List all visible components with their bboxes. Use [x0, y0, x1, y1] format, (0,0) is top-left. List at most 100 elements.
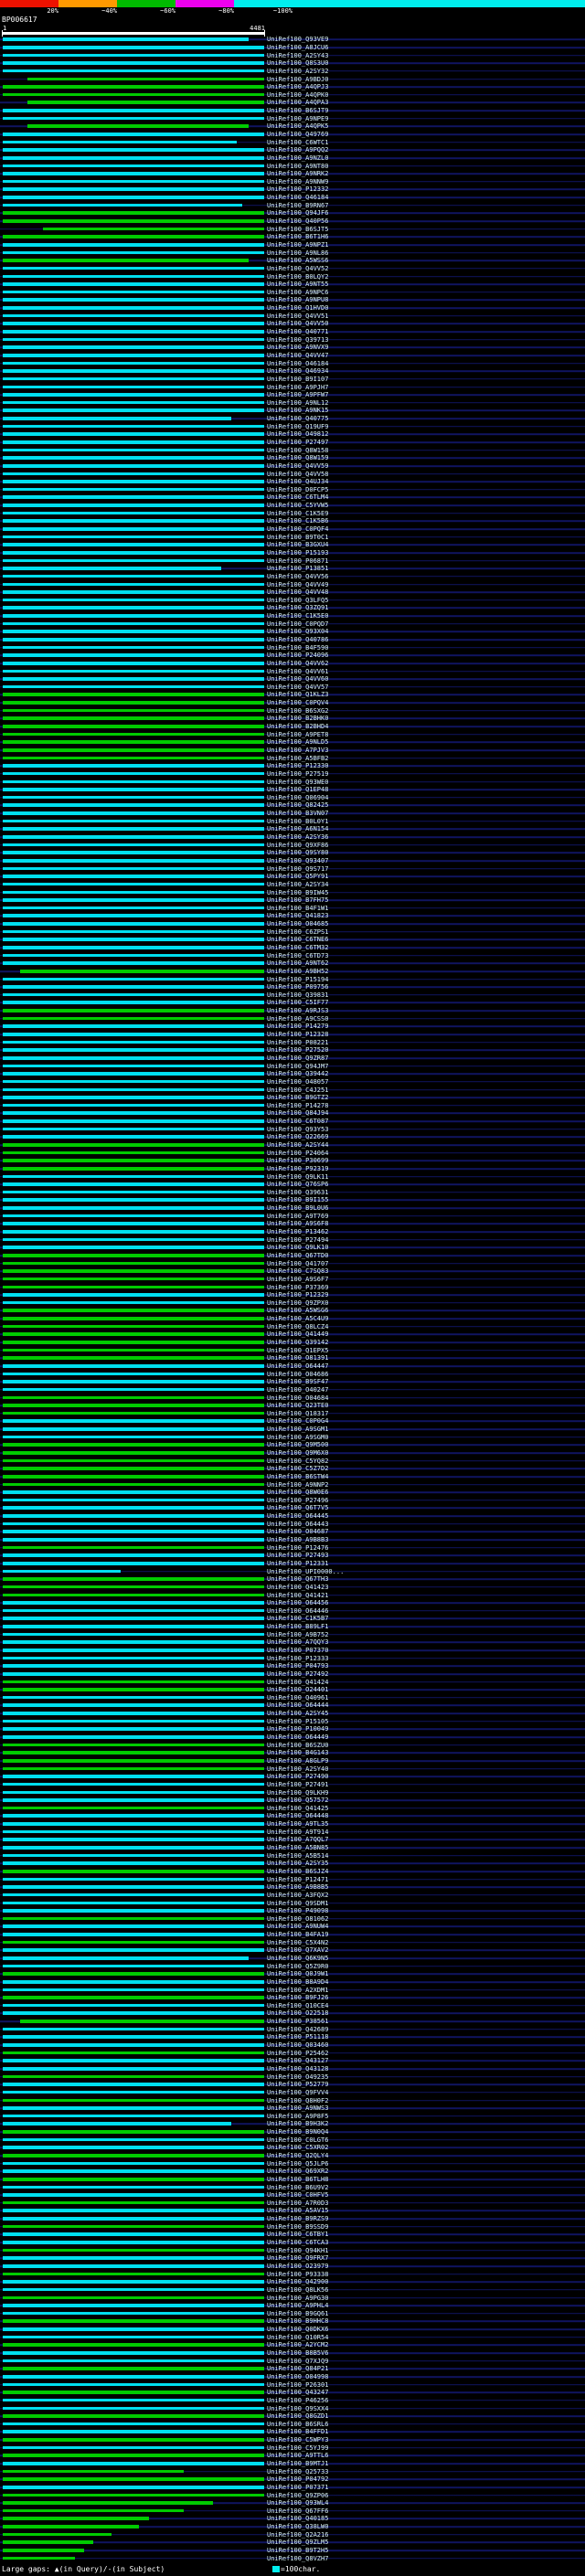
hit-bar[interactable] — [2, 1419, 264, 1424]
hit-row[interactable]: UniRef100_Q40185 — [0, 2515, 585, 2523]
hit-bar[interactable] — [2, 1608, 264, 1613]
hit-row[interactable]: UniRef100_A2SY44 — [0, 1141, 585, 1150]
hit-row[interactable]: UniRef100_O04685 — [0, 920, 585, 928]
hit-bar[interactable] — [2, 1680, 264, 1684]
hit-label[interactable]: UniRef100_P24096 — [267, 652, 328, 659]
hit-bar[interactable] — [2, 376, 264, 381]
hit-row[interactable]: UniRef100_P27497 — [0, 439, 585, 447]
hit-row[interactable]: UniRef100_C5XR02 — [0, 2144, 585, 2152]
hit-bar[interactable] — [2, 1846, 264, 1850]
hit-label[interactable]: UniRef100_C6TM32 — [267, 944, 328, 951]
hit-bar[interactable] — [2, 550, 264, 555]
hit-bar[interactable] — [2, 1246, 264, 1249]
hit-label[interactable]: UniRef100_A9SGM0 — [267, 1434, 328, 1441]
hit-bar[interactable] — [2, 1363, 264, 1368]
hit-label[interactable]: UniRef100_Q23TE0 — [267, 1402, 328, 1409]
hit-label[interactable]: UniRef100_Q82425 — [267, 801, 328, 809]
hit-row[interactable]: UniRef100_P37369 — [0, 1283, 585, 1291]
hit-row[interactable]: UniRef100_Q4VV61 — [0, 667, 585, 675]
hit-row[interactable]: UniRef100_P25462 — [0, 2049, 585, 2057]
hit-bar[interactable] — [2, 858, 264, 863]
hit-bar[interactable] — [2, 1806, 264, 1810]
hit-bar[interactable] — [2, 827, 264, 831]
hit-bar[interactable] — [2, 2027, 264, 2031]
hit-bar[interactable] — [2, 788, 264, 791]
hit-bar[interactable] — [2, 1561, 264, 1565]
hit-label[interactable]: UniRef100_A9NK15 — [267, 407, 328, 414]
hit-bar[interactable] — [2, 298, 264, 302]
hit-bar[interactable] — [2, 819, 264, 823]
hit-label[interactable]: UniRef100_Q84P21 — [267, 2365, 328, 2372]
hit-row[interactable]: UniRef100_A4QPK0 — [0, 90, 585, 99]
hit-row[interactable]: UniRef100_Q93Y53 — [0, 1125, 585, 1133]
hit-bar[interactable] — [2, 1253, 264, 1257]
hit-bar[interactable] — [2, 1933, 264, 1936]
hit-label[interactable]: UniRef100_A9NT55 — [267, 281, 328, 288]
hit-row[interactable]: UniRef100_P04792 — [0, 2475, 585, 2484]
hit-label[interactable]: UniRef100_A9T769 — [267, 1213, 328, 1220]
hit-label[interactable]: UniRef100_Q4VV51 — [267, 313, 328, 320]
hit-label[interactable]: UniRef100_C0P0G4 — [267, 1417, 328, 1425]
hit-bar[interactable] — [2, 1324, 264, 1329]
hit-row[interactable]: UniRef100_B8B5V6 — [0, 2349, 585, 2358]
hit-row[interactable]: UniRef100_Q0DKX6 — [0, 2326, 585, 2334]
hit-row[interactable]: UniRef100_Q22669 — [0, 1133, 585, 1141]
hit-bar[interactable] — [2, 803, 264, 808]
hit-row[interactable]: UniRef100_Q9S717 — [0, 864, 585, 873]
hit-label[interactable]: UniRef100_Q4VV60 — [267, 675, 328, 683]
hit-bar[interactable] — [2, 922, 264, 926]
hit-bar[interactable] — [2, 45, 264, 49]
hit-row[interactable]: UniRef100_Q9M500 — [0, 1441, 585, 1449]
hit-row[interactable]: UniRef100_P07371 — [0, 2484, 585, 2492]
hit-row[interactable]: UniRef100_Q67TH3 — [0, 1575, 585, 1584]
hit-row[interactable]: UniRef100_A9TL35 — [0, 1820, 585, 1829]
hit-label[interactable]: UniRef100_Q3ZQ91 — [267, 604, 328, 611]
hit-row[interactable]: UniRef100_Q94JM7 — [0, 1062, 585, 1070]
hit-row[interactable]: UniRef100_Q8W159 — [0, 454, 585, 462]
hit-label[interactable]: UniRef100_B9H3K2 — [267, 2120, 328, 2127]
hit-row[interactable]: UniRef100_P24096 — [0, 652, 585, 660]
hit-bar[interactable] — [2, 2406, 264, 2411]
hit-row[interactable]: UniRef100_Q42900 — [0, 2278, 585, 2286]
hit-row[interactable]: UniRef100_Q6K9N5 — [0, 1955, 585, 1963]
hit-bar[interactable] — [2, 835, 264, 839]
hit-bar[interactable] — [2, 495, 264, 500]
hit-label[interactable]: UniRef100_C5X4N2 — [267, 1939, 328, 1946]
hit-row[interactable]: UniRef100_B9I155 — [0, 1196, 585, 1204]
hit-label[interactable]: UniRef100_A5AV15 — [267, 2207, 328, 2214]
hit-row[interactable]: UniRef100_A2SY34 — [0, 881, 585, 889]
hit-bar[interactable] — [2, 1380, 264, 1383]
hit-label[interactable]: UniRef100_A8GLP9 — [267, 1757, 328, 1765]
hit-bar[interactable] — [2, 2438, 264, 2442]
hit-bar[interactable] — [2, 1751, 264, 1754]
hit-bar[interactable] — [2, 1087, 264, 1092]
hit-label[interactable]: UniRef100_P27519 — [267, 770, 328, 778]
hit-label[interactable]: UniRef100_B89LF1 — [267, 1623, 328, 1630]
hit-row[interactable]: UniRef100_C0LGT6 — [0, 2136, 585, 2144]
hit-label[interactable]: UniRef100_A9NRK2 — [267, 170, 328, 177]
hit-row[interactable]: UniRef100_P27490 — [0, 1773, 585, 1781]
hit-label[interactable]: UniRef100_Q9ZLM5 — [267, 2539, 328, 2546]
hit-bar[interactable] — [2, 1775, 264, 1778]
hit-label[interactable]: UniRef100_Q40786 — [267, 636, 328, 643]
hit-bar[interactable] — [2, 1814, 264, 1818]
hit-row[interactable]: UniRef100_B9T2H5 — [0, 2547, 585, 2555]
hit-bar[interactable] — [2, 1119, 264, 1123]
hit-row[interactable]: UniRef100_Q23TE0 — [0, 1402, 585, 1410]
hit-bar[interactable] — [2, 313, 264, 318]
hit-row[interactable]: UniRef100_Q1KLZ3 — [0, 691, 585, 699]
hit-row[interactable]: UniRef100_Q4VV49 — [0, 580, 585, 588]
hit-row[interactable]: UniRef100_A2SY32 — [0, 68, 585, 76]
hit-bar[interactable] — [2, 1230, 264, 1234]
hit-label[interactable]: UniRef100_B0LQY2 — [267, 272, 328, 280]
hit-bar[interactable] — [2, 1979, 264, 1984]
hit-bar[interactable] — [2, 1332, 264, 1336]
hit-bar[interactable] — [2, 179, 264, 184]
hit-bar[interactable] — [2, 1016, 264, 1021]
hit-row[interactable]: UniRef100_A9NT80 — [0, 162, 585, 170]
hit-row[interactable]: UniRef100_Q4VV59 — [0, 462, 585, 471]
hit-bar[interactable] — [2, 2525, 139, 2528]
hit-row[interactable]: UniRef100_P12329 — [0, 1291, 585, 1299]
hit-row[interactable]: UniRef100_Q46184 — [0, 194, 585, 202]
hit-label[interactable]: UniRef100_P24064 — [267, 1149, 328, 1156]
